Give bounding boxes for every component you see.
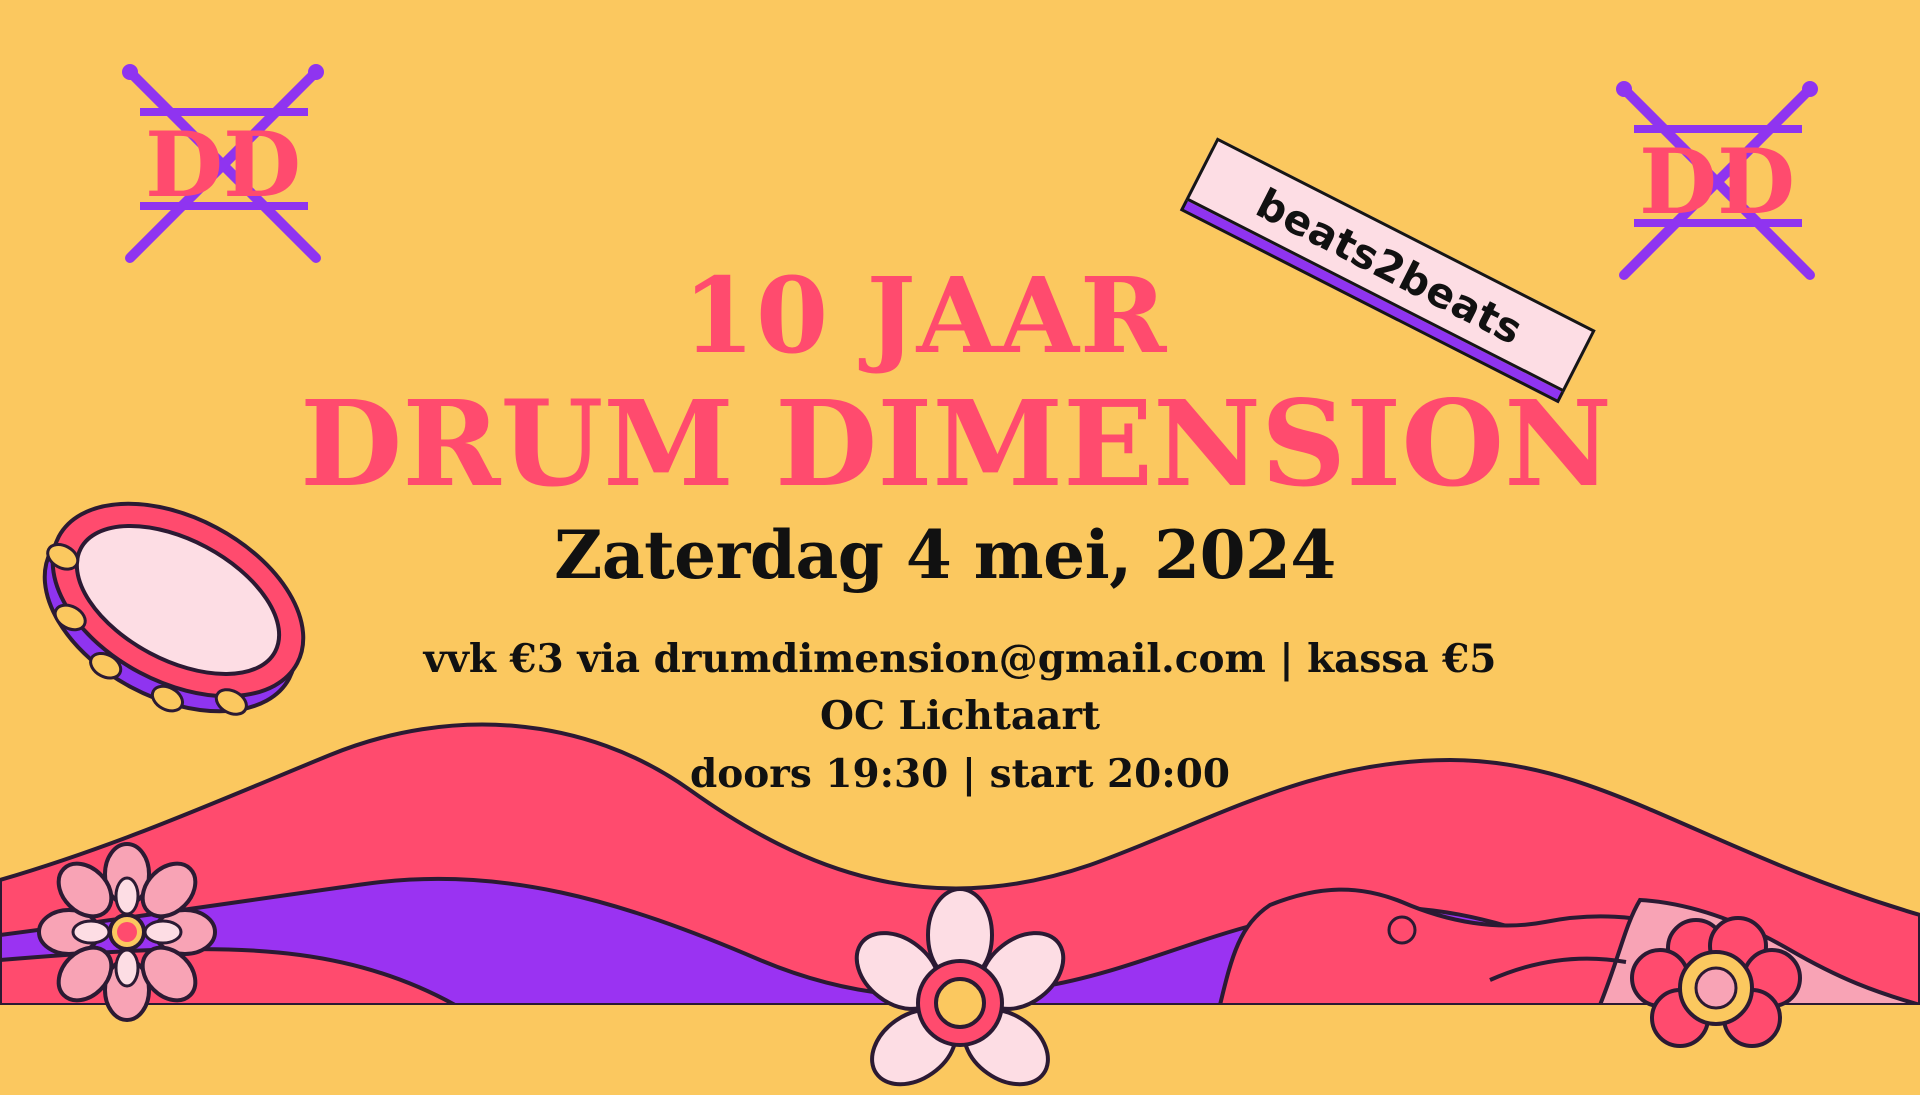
- ticket-details: vvk €3 via drumdimension@gmail.com | kas…: [423, 636, 1497, 682]
- event-date: Zaterdag 4 mei, 2024: [554, 516, 1336, 594]
- headline-line-1: 10 JAAR: [682, 254, 1168, 377]
- poster-canvas: DD DD beats2beats 10 JAAR DRUM DIMENSION…: [0, 0, 1920, 1087]
- venue-details: OC Lichtaart: [819, 693, 1101, 739]
- headline-line-2: DRUM DIMENSION: [299, 374, 1612, 513]
- wave-icon: [1489, 956, 1627, 982]
- time-details: doors 19:30 | start 20:00: [690, 751, 1230, 797]
